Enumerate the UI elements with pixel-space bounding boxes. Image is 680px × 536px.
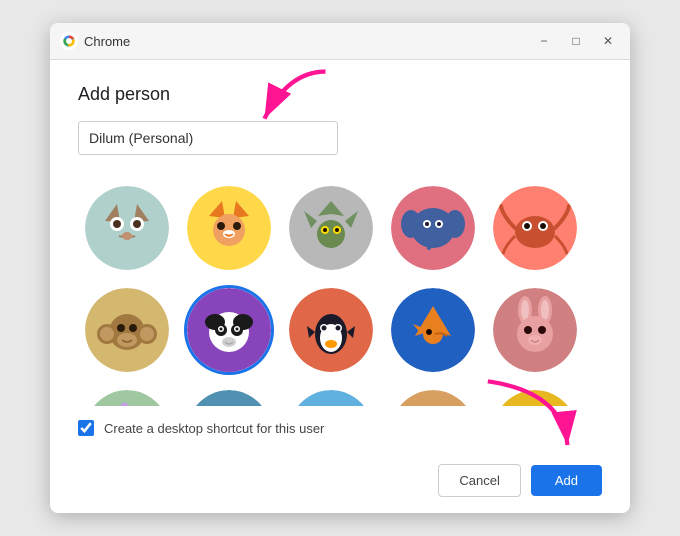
avatar-fox[interactable] [184, 183, 274, 273]
chrome-logo-icon [60, 32, 78, 50]
avatar-bird[interactable] [388, 285, 478, 375]
dialog-content: Add person Create a de [50, 60, 630, 452]
desktop-shortcut-checkbox[interactable] [78, 420, 94, 436]
minimize-button[interactable]: − [532, 29, 556, 53]
avatars-grid [78, 175, 602, 406]
name-input-row [78, 121, 602, 155]
chrome-window: Chrome − □ ✕ Add person [50, 23, 630, 513]
avatar-monkey[interactable] [82, 285, 172, 375]
avatar-cardinal[interactable] [388, 387, 478, 406]
avatar-bike[interactable] [286, 387, 376, 406]
dialog-title: Add person [78, 84, 602, 105]
avatar-penguin[interactable] [286, 285, 376, 375]
avatars-section [78, 175, 602, 406]
avatar-dragon[interactable] [286, 183, 376, 273]
titlebar: Chrome − □ ✕ [50, 23, 630, 60]
window-controls: − □ ✕ [532, 29, 620, 53]
person-name-input[interactable] [78, 121, 338, 155]
avatar-cheese[interactable] [490, 387, 580, 406]
avatar-elephant[interactable] [388, 183, 478, 273]
desktop-shortcut-label: Create a desktop shortcut for this user [104, 421, 324, 436]
maximize-button[interactable]: □ [564, 29, 588, 53]
avatar-basketball[interactable] [184, 387, 274, 406]
add-button[interactable]: Add [531, 465, 602, 496]
avatars-grid-wrapper[interactable] [78, 175, 602, 406]
checkbox-row: Create a desktop shortcut for this user [78, 420, 602, 436]
avatar-cat[interactable] [82, 183, 172, 273]
close-button[interactable]: ✕ [596, 29, 620, 53]
window-title: Chrome [84, 34, 532, 49]
dialog-footer: Cancel Add [50, 452, 630, 513]
cancel-button[interactable]: Cancel [438, 464, 520, 497]
avatar-crab[interactable] [490, 183, 580, 273]
avatar-rabbit[interactable] [490, 285, 580, 375]
avatar-panda[interactable] [184, 285, 274, 375]
avatar-unicorn[interactable] [82, 387, 172, 406]
